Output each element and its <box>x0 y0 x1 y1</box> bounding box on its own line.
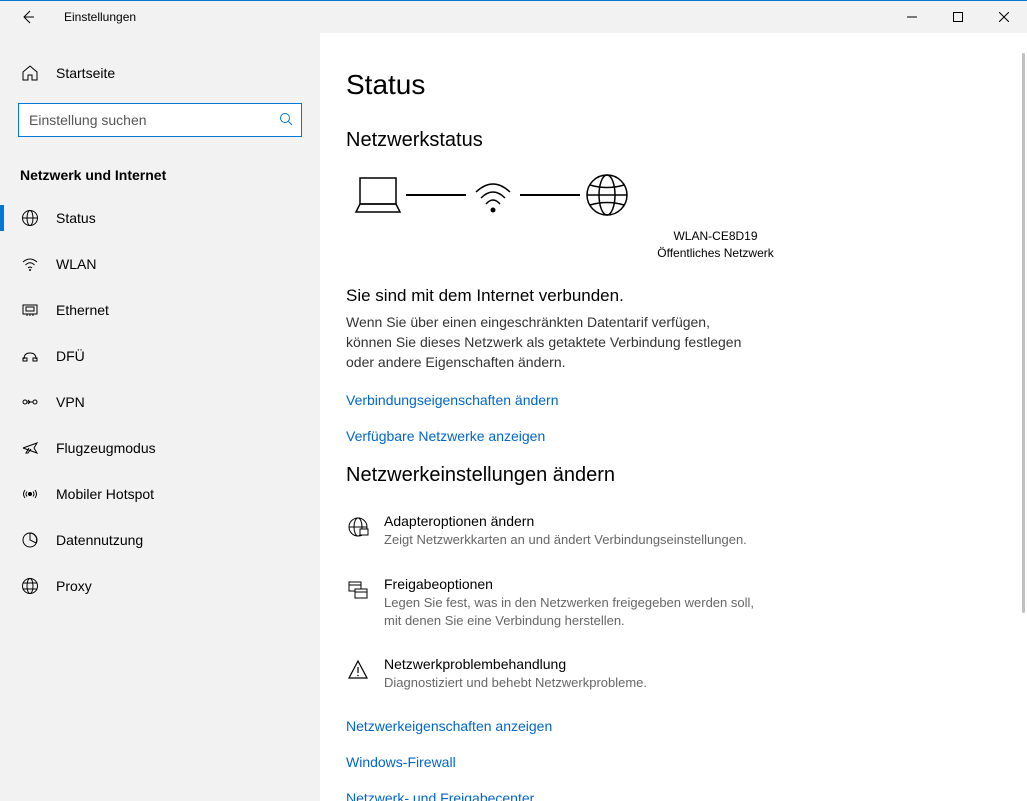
network-type: Öffentliches Netzwerk <box>444 245 987 262</box>
ethernet-icon <box>20 300 40 320</box>
option-desc: Diagnostiziert und behebt Netzwerkproble… <box>384 674 647 692</box>
connected-body: Wenn Sie über einen eingeschränkten Date… <box>346 312 746 373</box>
option-title: Netzwerkproblembehandlung <box>384 656 647 672</box>
scrollbar[interactable] <box>1022 53 1025 613</box>
proxy-icon <box>20 576 40 596</box>
vpn-icon <box>20 392 40 412</box>
sharing-icon <box>346 578 370 602</box>
network-status-heading: Netzwerkstatus <box>346 129 987 152</box>
nav-item-proxy[interactable]: Proxy <box>0 563 320 609</box>
wifi-icon <box>20 254 40 274</box>
window-title: Einstellungen <box>64 10 136 24</box>
nav-item-airplane[interactable]: Flugzeugmodus <box>0 425 320 471</box>
globe-diagram-icon <box>584 172 630 218</box>
minimize-button[interactable] <box>889 1 935 33</box>
airplane-icon <box>20 438 40 458</box>
maximize-button[interactable] <box>935 1 981 33</box>
network-name: WLAN-CE8D19 <box>444 228 987 245</box>
nav-label: Flugzeugmodus <box>56 440 156 456</box>
option-sharing[interactable]: Freigabeoptionen Legen Sie fest, was in … <box>346 576 987 630</box>
nav-item-datausage[interactable]: Datennutzung <box>0 517 320 563</box>
home-label: Startseite <box>56 65 115 81</box>
page-title: Status <box>346 69 987 101</box>
nav-item-ethernet[interactable]: Ethernet <box>0 287 320 333</box>
link-network-properties[interactable]: Netzwerkeigenschaften anzeigen <box>346 718 987 734</box>
close-button[interactable] <box>981 1 1027 33</box>
hotspot-icon <box>20 484 40 504</box>
datausage-icon <box>20 530 40 550</box>
diagram-line <box>406 194 466 196</box>
titlebar: Einstellungen <box>0 1 1027 33</box>
network-diagram-labels: WLAN-CE8D19 Öffentliches Netzwerk <box>444 228 987 262</box>
option-adapter[interactable]: Adapteroptionen ändern Zeigt Netzwerkkar… <box>346 513 987 549</box>
diagram-line <box>520 194 580 196</box>
nav-item-hotspot[interactable]: Mobiler Hotspot <box>0 471 320 517</box>
nav-label: Status <box>56 210 96 226</box>
dialup-icon <box>20 346 40 366</box>
search-icon <box>279 112 293 129</box>
option-title: Freigabeoptionen <box>384 576 774 592</box>
computer-icon <box>354 174 402 216</box>
sidebar: Startseite Netzwerk und Internet Status … <box>0 33 320 801</box>
nav-label: Proxy <box>56 578 92 594</box>
option-desc: Zeigt Netzwerkkarten an und ändert Verbi… <box>384 531 747 549</box>
sidebar-section-title: Netzwerk und Internet <box>20 167 320 183</box>
nav-label: Datennutzung <box>56 532 143 548</box>
nav-label: VPN <box>56 394 85 410</box>
nav-item-wlan[interactable]: WLAN <box>0 241 320 287</box>
option-desc: Legen Sie fest, was in den Netzwerken fr… <box>384 594 774 630</box>
back-button[interactable] <box>16 5 40 29</box>
option-troubleshoot[interactable]: Netzwerkproblembehandlung Diagnostiziert… <box>346 656 987 692</box>
home-button[interactable]: Startseite <box>0 53 320 97</box>
main-content: Status Netzwerkstatus WLAN-CE8D19 Öffent… <box>320 33 1027 801</box>
nav-item-vpn[interactable]: VPN <box>0 379 320 425</box>
link-sharing-center[interactable]: Netzwerk- und Freigabecenter <box>346 790 987 801</box>
option-title: Adapteroptionen ändern <box>384 513 747 529</box>
window-controls <box>889 1 1027 33</box>
nav-label: DFÜ <box>56 348 85 364</box>
search-box[interactable] <box>18 103 302 137</box>
link-available-networks[interactable]: Verfügbare Netzwerke anzeigen <box>346 428 987 444</box>
adapter-icon <box>346 515 370 539</box>
nav-item-dfu[interactable]: DFÜ <box>0 333 320 379</box>
change-settings-heading: Netzwerkeinstellungen ändern <box>346 464 987 487</box>
nav-item-status[interactable]: Status <box>0 195 320 241</box>
wifi-diagram-icon <box>470 174 516 216</box>
nav-label: WLAN <box>56 256 96 272</box>
network-diagram <box>354 172 987 218</box>
link-windows-firewall[interactable]: Windows-Firewall <box>346 754 987 770</box>
home-icon <box>20 63 40 83</box>
link-change-properties[interactable]: Verbindungseigenschaften ändern <box>346 392 987 408</box>
connected-heading: Sie sind mit dem Internet verbunden. <box>346 286 987 306</box>
troubleshoot-icon <box>346 658 370 682</box>
status-icon <box>20 208 40 228</box>
nav-label: Ethernet <box>56 302 109 318</box>
search-input[interactable] <box>29 112 279 128</box>
nav-label: Mobiler Hotspot <box>56 486 154 502</box>
